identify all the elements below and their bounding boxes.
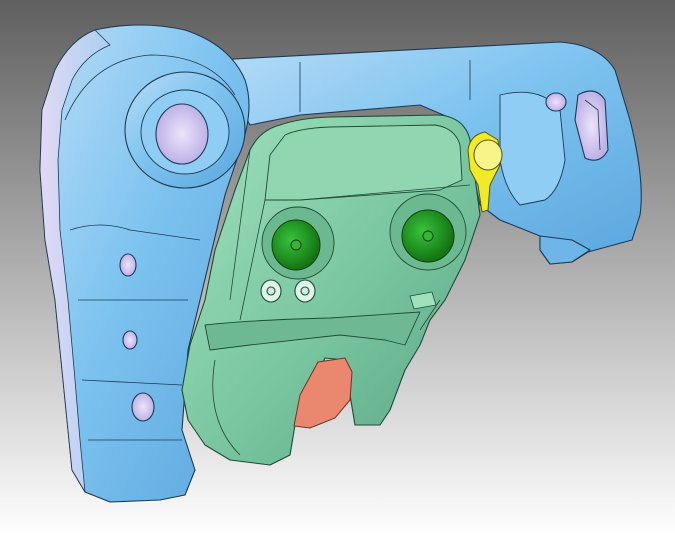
pivot-hole xyxy=(155,103,209,165)
bracket-hole-1 xyxy=(119,253,137,277)
cad-viewport[interactable] xyxy=(0,0,675,537)
latch-pin-head xyxy=(473,139,503,171)
arm-hole-small xyxy=(545,92,567,112)
bracket-hole-2 xyxy=(122,330,138,350)
right-button-center xyxy=(422,230,434,242)
left-button-center xyxy=(290,239,302,251)
cad-model-render[interactable] xyxy=(0,0,675,537)
bracket-hole-3 xyxy=(131,392,155,422)
housing-top-pad xyxy=(264,124,463,201)
screw-hole-1 xyxy=(266,286,276,296)
screw-hole-2 xyxy=(300,286,310,296)
